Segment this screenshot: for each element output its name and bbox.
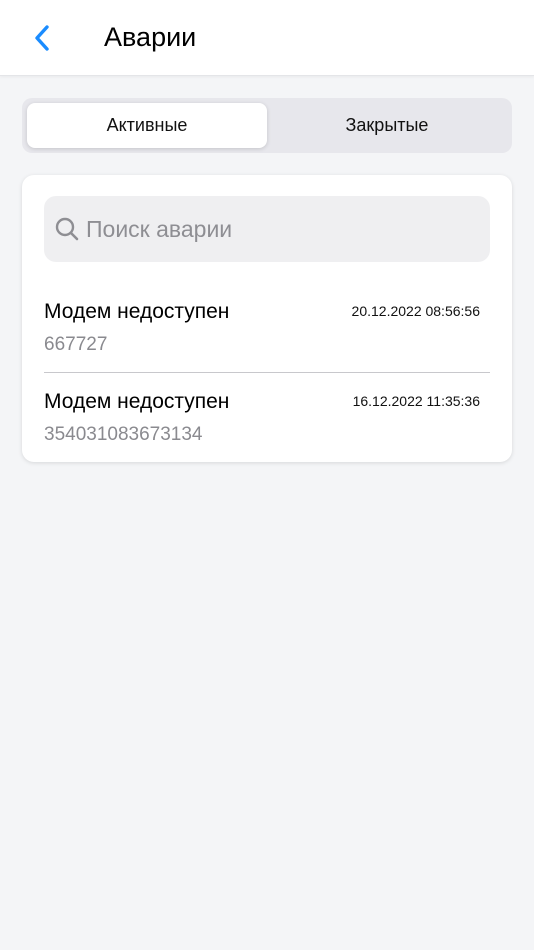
back-button[interactable] [24,18,60,58]
alarm-datetime: 20.12.2022 08:56:56 [351,303,480,319]
alarm-list-item[interactable]: Модем недоступен 16.12.2022 11:35:36 354… [44,390,490,470]
top-bar: Аварии [0,0,534,76]
alarms-card: Модем недоступен 20.12.2022 08:56:56 667… [22,175,512,462]
chevron-left-icon [35,25,49,51]
alarm-title: Модем недоступен [44,390,230,413]
search-icon [55,217,79,241]
search-input[interactable] [86,215,466,243]
alarm-device-id: 354031083673134 [44,424,203,445]
alarm-list-item[interactable]: Модем недоступен 20.12.2022 08:56:56 667… [44,300,490,380]
tab-closed[interactable]: Закрытые [267,103,507,148]
status-segmented-control: Активные Закрытые [22,98,512,153]
alarm-device-id: 667727 [44,334,108,355]
list-divider [44,372,490,373]
alarm-datetime: 16.12.2022 11:35:36 [352,393,480,409]
tab-active[interactable]: Активные [27,103,267,148]
alarm-title: Модем недоступен [44,300,230,323]
page-title: Аварии [104,22,197,52]
search-bar[interactable] [44,196,490,262]
